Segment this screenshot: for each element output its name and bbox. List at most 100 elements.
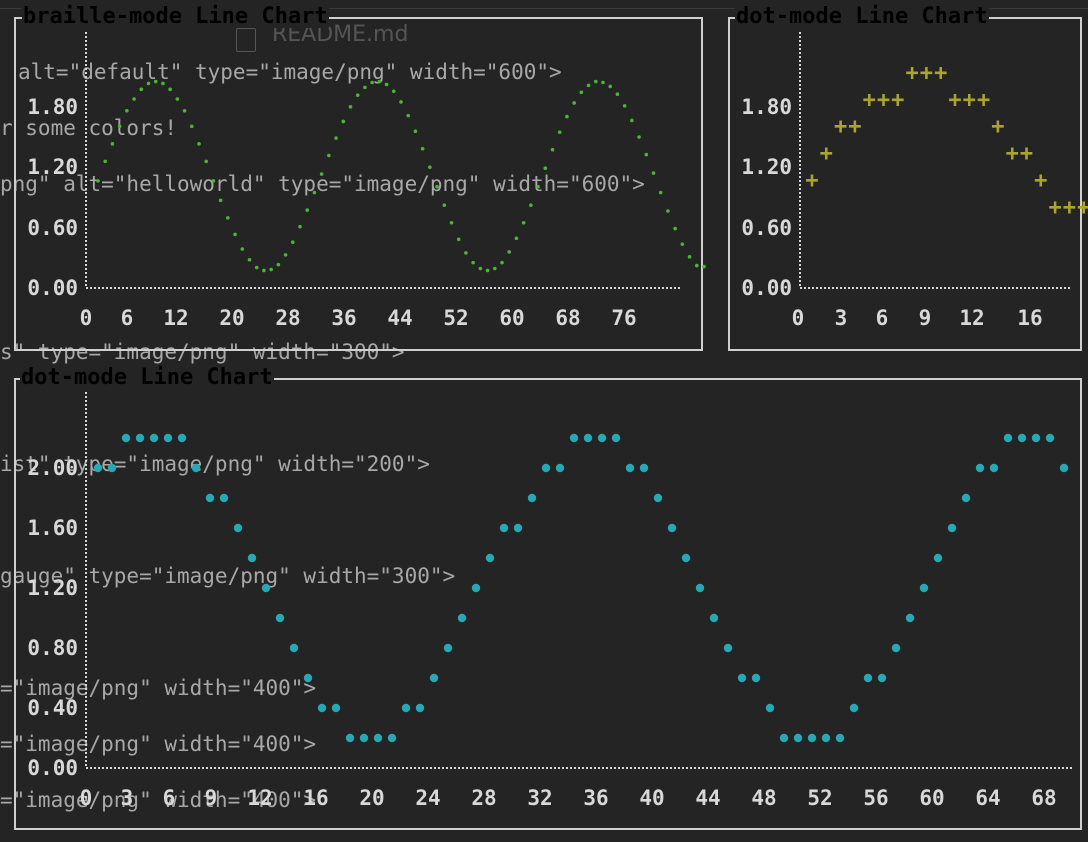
data-point: [492, 266, 497, 271]
data-point: +: [848, 115, 861, 140]
data-point: [593, 79, 598, 84]
y-tick-label: 2.00: [27, 456, 78, 480]
data-point: [107, 463, 117, 473]
data-point: [1017, 433, 1027, 443]
data-point: [442, 203, 447, 208]
x-tick-label: 32: [527, 786, 552, 810]
data-point: [303, 673, 313, 683]
data-point: [611, 433, 621, 443]
data-point: [527, 493, 537, 503]
x-tick-label: 48: [751, 786, 776, 810]
data-point: [219, 493, 229, 503]
data-point: [149, 433, 159, 443]
x-tick-label: 20: [219, 306, 244, 330]
x-tick-label: 12: [163, 306, 188, 330]
x-tick-label: 44: [387, 306, 412, 330]
data-point: [341, 119, 346, 124]
data-point: [673, 226, 677, 231]
data-point: [513, 523, 523, 533]
data-point: +: [834, 115, 847, 140]
data-point: +: [1034, 168, 1047, 193]
data-point: [283, 253, 288, 257]
data-point: [247, 553, 257, 563]
y-tick-label: 0.60: [27, 216, 78, 240]
data-point: [205, 493, 215, 503]
data-point: [919, 583, 929, 593]
data-point: [485, 553, 495, 563]
x-tick-label: 68: [1031, 786, 1056, 810]
data-point: [625, 463, 635, 473]
data-point: [666, 209, 670, 213]
data-point: [565, 114, 569, 119]
data-point: [550, 147, 555, 152]
data-point: [471, 260, 475, 265]
data-point: [262, 268, 266, 273]
data-point: [989, 463, 999, 473]
data-point: [348, 105, 353, 109]
y-tick-label: 1.80: [27, 95, 78, 119]
x-tick-label: 3: [121, 786, 134, 810]
x-tick-label: 9: [919, 306, 932, 330]
data-point: [961, 493, 971, 503]
data-point: [658, 190, 663, 195]
data-point: [429, 673, 439, 683]
data-point: [821, 733, 831, 743]
x-tick-label: 76: [611, 306, 636, 330]
data-point: [569, 433, 579, 443]
x-tick-label: 60: [919, 786, 944, 810]
x-tick-label: 20: [359, 786, 384, 810]
data-point: [651, 171, 656, 175]
data-point: [290, 240, 295, 245]
x-tick-label: 6: [163, 786, 176, 810]
data-point: [153, 79, 158, 84]
data-point: [319, 172, 324, 176]
data-point: [327, 153, 331, 158]
x-tick-label: 36: [331, 306, 356, 330]
y-tick-label: 1.60: [27, 516, 78, 540]
data-point: [384, 82, 389, 87]
data-point: [191, 463, 201, 473]
x-tick-label: 6: [121, 306, 134, 330]
x-tick-label: 12: [247, 786, 272, 810]
charts-canvas: 0.000.601.201.800 6 12 20 28 36 44 52 60 68 760.00…: [27, 32, 1088, 810]
data-point: +: [820, 142, 833, 167]
data-point: [401, 703, 411, 713]
x-tick-label: 68: [555, 306, 580, 330]
data-point: [177, 433, 187, 443]
x-tick-label: 0: [792, 306, 805, 330]
data-point: [1059, 463, 1069, 473]
data-point: [443, 643, 453, 653]
data-point: +: [1077, 195, 1088, 220]
x-tick-label: 0: [80, 786, 93, 810]
x-tick-label: 9: [205, 786, 218, 810]
data-point: [331, 703, 341, 713]
x-tick-label: 60: [499, 306, 524, 330]
x-tick-label: 52: [443, 306, 468, 330]
data-point: [583, 433, 593, 443]
data-point: [312, 190, 317, 195]
data-point: +: [1020, 142, 1033, 167]
data-point: [499, 523, 509, 533]
data-point: [135, 433, 145, 443]
data-point: [163, 433, 173, 443]
data-point: [555, 463, 565, 473]
data-point: [779, 733, 789, 743]
x-tick-label: 0: [80, 306, 93, 330]
data-point: [125, 108, 129, 113]
data-point: [298, 224, 302, 229]
data-point: [514, 236, 519, 241]
x-tick-label: 64: [975, 786, 1000, 810]
x-tick-label: 16: [303, 786, 328, 810]
data-point: [276, 262, 281, 267]
data-point: +: [948, 88, 961, 113]
data-point: [536, 184, 540, 189]
data-point: [428, 165, 432, 170]
data-point: [639, 463, 649, 473]
data-point: [254, 265, 259, 270]
data-point: [93, 463, 103, 473]
data-point: [399, 100, 403, 104]
data-point: [261, 583, 271, 593]
y-tick-label: 0.60: [741, 216, 792, 240]
y-tick-label: 0.00: [27, 756, 78, 780]
x-tick-label: 40: [639, 786, 664, 810]
